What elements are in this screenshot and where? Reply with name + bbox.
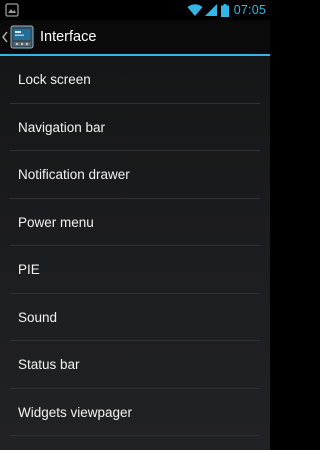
notification-icon: [5, 3, 19, 17]
wifi-icon: [187, 4, 203, 16]
menu-item-power-menu[interactable]: Power menu: [0, 199, 270, 246]
menu-item-status-bar[interactable]: Status bar: [0, 341, 270, 389]
up-navigation-button[interactable]: [0, 20, 34, 54]
menu-item-pie[interactable]: PIE: [0, 246, 270, 294]
interface-settings-icon: [10, 25, 34, 49]
menu-item-lock-screen[interactable]: Lock screen: [0, 56, 270, 104]
menu-item-label: Sound: [18, 309, 58, 325]
battery-icon: [220, 3, 229, 17]
chevron-left-icon: [2, 31, 8, 43]
menu-item-navigation-bar[interactable]: Navigation bar: [0, 104, 270, 151]
status-icons: 07:05: [187, 0, 266, 20]
menu-item-widgets-viewpager[interactable]: Widgets viewpager: [0, 389, 270, 436]
menu-item-notification-drawer[interactable]: Notification drawer: [0, 151, 270, 199]
page-title: Interface: [40, 29, 97, 45]
menu-item-label: Lock screen: [18, 72, 91, 88]
list-divider: [10, 435, 260, 436]
menu-item-label: Status bar: [18, 357, 80, 373]
status-bar: 07:05: [0, 0, 270, 20]
menu-item-label: Notification drawer: [18, 167, 130, 183]
menu-item-label: Widgets viewpager: [18, 404, 133, 420]
action-bar: Interface: [0, 20, 270, 54]
menu-item-label: Power menu: [18, 214, 94, 230]
menu-item-label: PIE: [18, 262, 40, 278]
menu-item-sound[interactable]: Sound: [0, 294, 270, 341]
status-clock: 07:05: [233, 3, 266, 17]
menu-item-label: Navigation bar: [18, 119, 106, 135]
settings-list: Lock screen Navigation bar Notification …: [0, 56, 270, 450]
signal-icon: [204, 4, 217, 16]
